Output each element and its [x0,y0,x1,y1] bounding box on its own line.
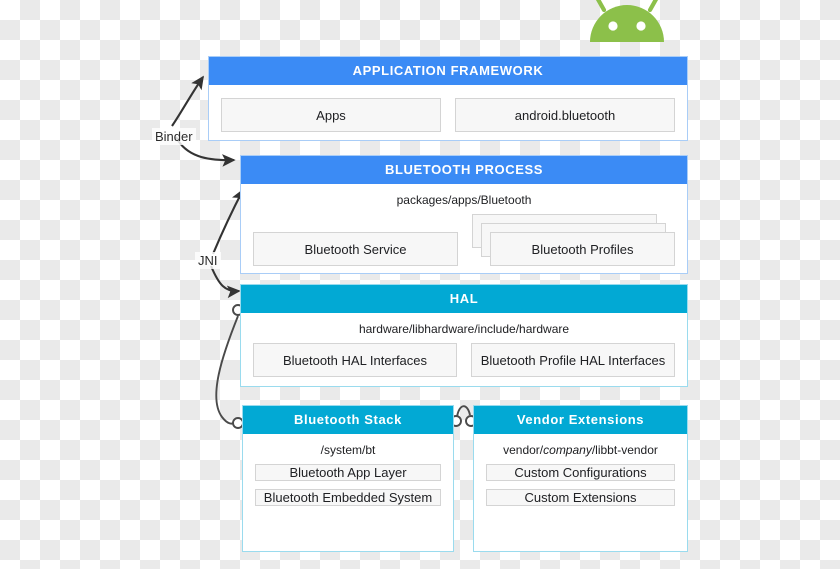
path-bluetooth-stack: /system/bt [320,443,376,457]
path-hal: hardware/libhardware/include/hardware [358,322,570,336]
box-row-application-framework: Apps android.bluetooth [221,85,675,144]
box-col-bluetooth-stack: Bluetooth App Layer Bluetooth Embedded S… [255,464,441,518]
panel-hal: HAL hardware/libhardware/include/hardwar… [240,284,688,387]
jni-arrow-down [210,265,241,299]
box-android-bluetooth[interactable]: android.bluetooth [455,98,675,132]
android-robot-logo [590,0,664,42]
box-bluetooth-service[interactable]: Bluetooth Service [253,232,458,266]
box-bluetooth-hal-interfaces[interactable]: Bluetooth HAL Interfaces [253,343,457,377]
panel-title-bluetooth-stack: Bluetooth Stack [243,406,453,434]
panel-body-vendor-extensions: vendor/company/libbt-vendor Custom Confi… [474,434,687,518]
panel-title-hal: HAL [241,285,687,313]
binder-label: Binder [152,128,196,145]
path-vendor-italic: company [543,443,592,457]
panel-bluetooth-stack: Bluetooth Stack /system/bt Bluetooth App… [242,405,454,552]
path-vendor-prefix: vendor/ [503,443,544,457]
box-bluetooth-profile-hal-interfaces[interactable]: Bluetooth Profile HAL Interfaces [471,343,675,377]
diagram-canvas: Binder JNI APPLICATION FRAMEWORK Apps an… [0,0,840,569]
binder-arrow-up [171,75,204,127]
box-apps[interactable]: Apps [221,98,441,132]
path-vendor-suffix: /libbt-vendor [591,443,658,457]
path-bluetooth-process: packages/apps/Bluetooth [396,193,532,207]
panel-body-bluetooth-process: packages/apps/Bluetooth Bluetooth Servic… [241,184,687,278]
hal-stack-link [215,315,239,425]
panel-title-vendor-extensions: Vendor Extensions [474,406,687,434]
panel-vendor-extensions: Vendor Extensions vendor/company/libbt-v… [473,405,688,552]
box-bluetooth-profiles-stack[interactable]: Bluetooth Profiles [472,214,675,266]
box-custom-configurations[interactable]: Custom Configurations [486,464,675,481]
box-bluetooth-profiles[interactable]: Bluetooth Profiles [490,232,675,266]
stack-vendor-arch [456,405,471,418]
panel-bluetooth-process: BLUETOOTH PROCESS packages/apps/Bluetoot… [240,155,688,274]
panel-application-framework: APPLICATION FRAMEWORK Apps android.bluet… [208,56,688,141]
panel-body-application-framework: Apps android.bluetooth [209,85,687,144]
box-row-bluetooth-process: Bluetooth Service Bluetooth Profiles [253,214,675,278]
panel-body-hal: hardware/libhardware/include/hardware Bl… [241,313,687,389]
panel-title-application-framework: APPLICATION FRAMEWORK [209,57,687,85]
jni-arrow-up [212,188,244,255]
box-col-vendor-extensions: Custom Configurations Custom Extensions [486,464,675,518]
panel-body-bluetooth-stack: /system/bt Bluetooth App Layer Bluetooth… [243,434,453,518]
panel-title-bluetooth-process: BLUETOOTH PROCESS [241,156,687,184]
box-row-hal: Bluetooth HAL Interfaces Bluetooth Profi… [253,343,675,389]
path-vendor-extensions: vendor/company/libbt-vendor [486,434,675,464]
box-custom-extensions[interactable]: Custom Extensions [486,489,675,506]
box-bluetooth-app-layer[interactable]: Bluetooth App Layer [255,464,441,481]
jni-label: JNI [195,252,221,269]
box-bluetooth-embedded-system[interactable]: Bluetooth Embedded System [255,489,441,506]
